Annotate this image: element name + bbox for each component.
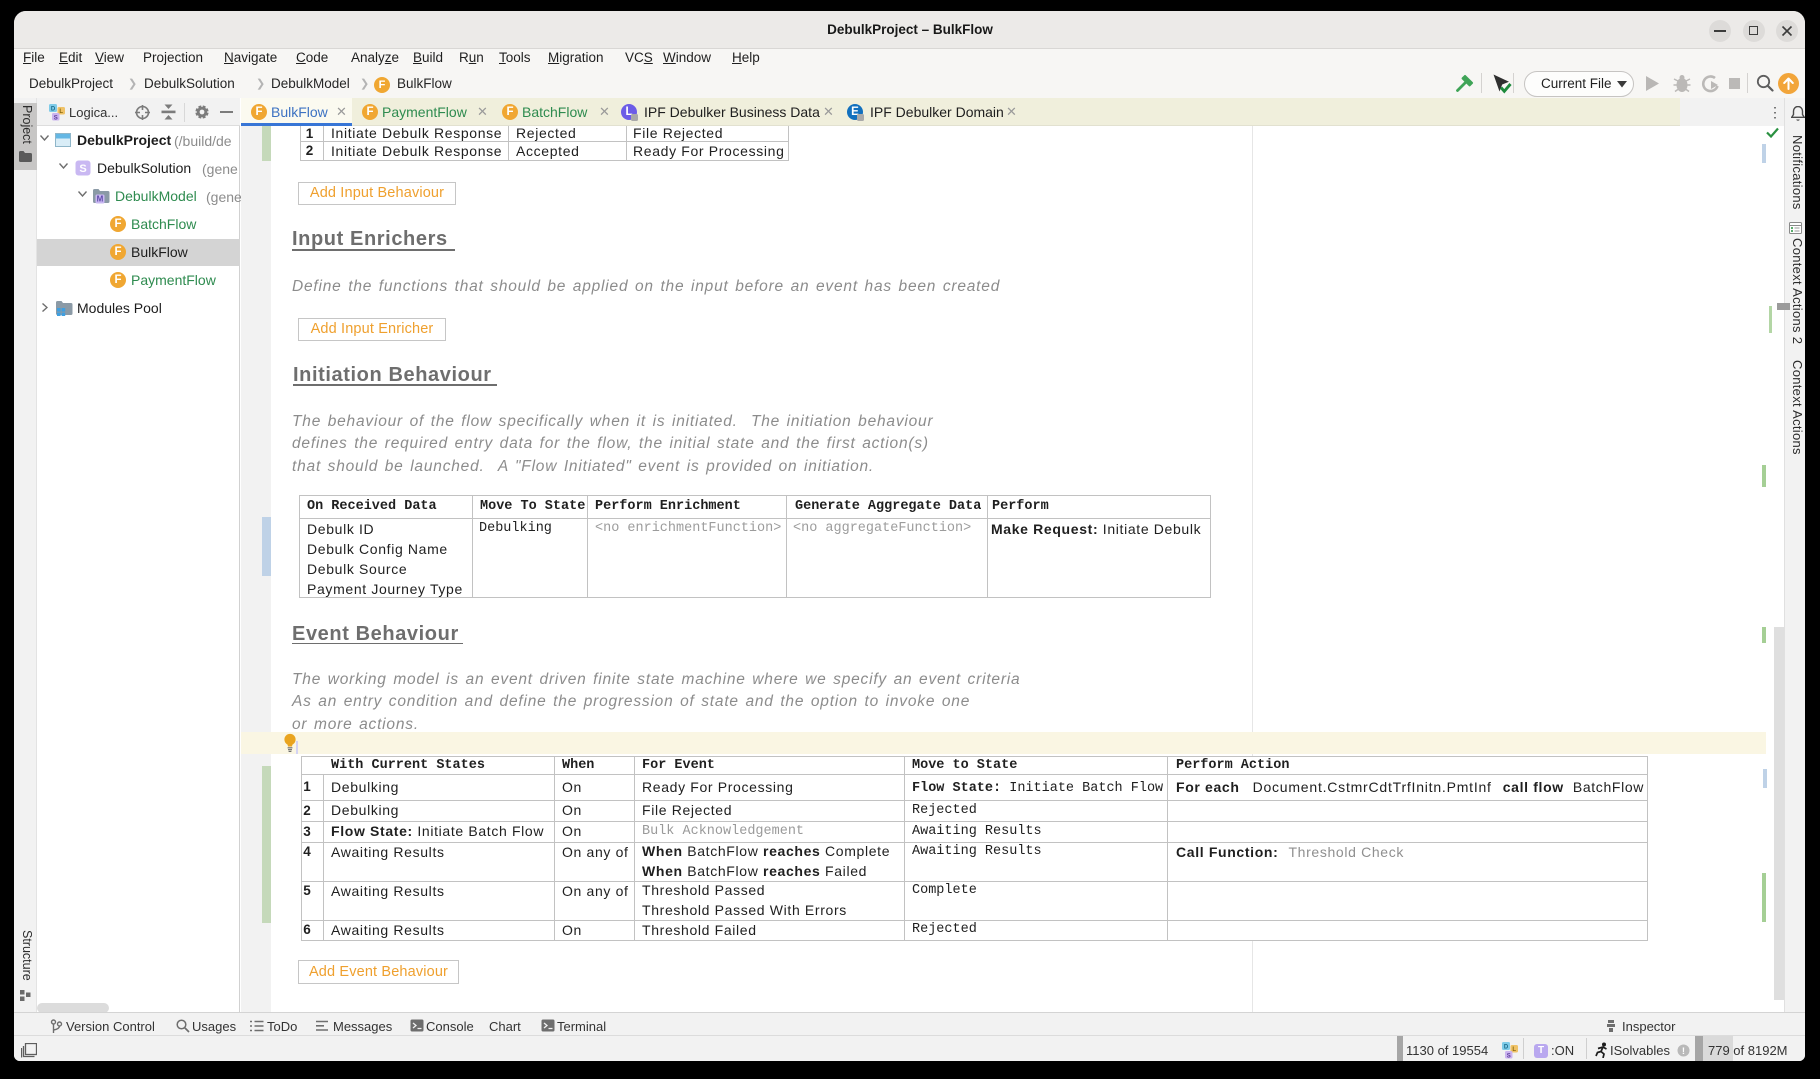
svg-text:L: L <box>1512 1047 1516 1053</box>
svg-text:L: L <box>59 109 63 115</box>
svg-text:S: S <box>79 163 86 175</box>
svg-text:S: S <box>1507 1054 1511 1060</box>
svg-text:D: D <box>51 107 56 113</box>
svg-text:!: ! <box>1682 1046 1685 1057</box>
svg-text:M: M <box>97 195 104 204</box>
svg-text:D: D <box>1504 1045 1509 1051</box>
svg-text:S: S <box>54 116 58 122</box>
